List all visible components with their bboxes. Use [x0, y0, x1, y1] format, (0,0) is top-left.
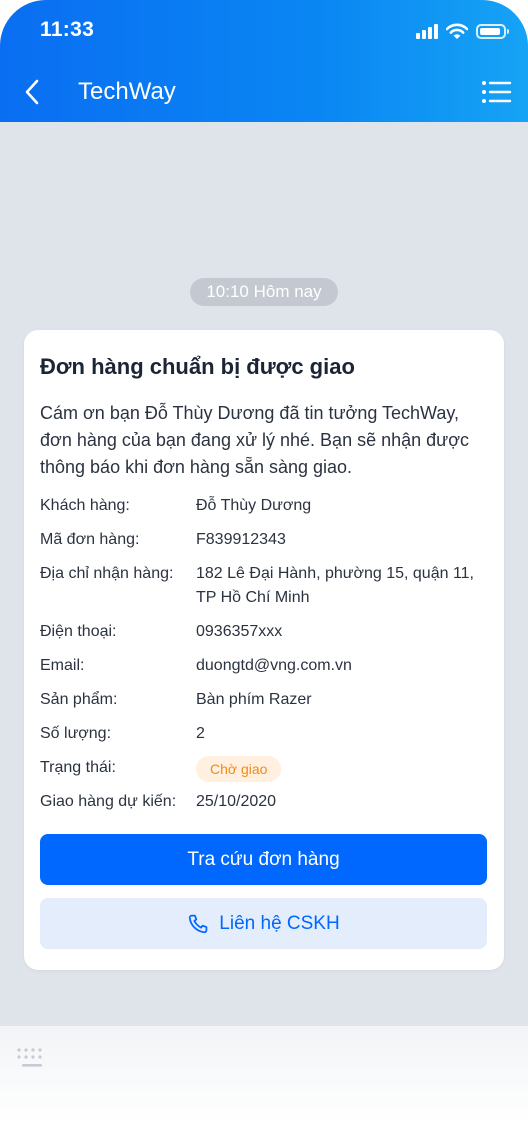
chat-timestamp: 10:10 Hôm nay — [190, 278, 338, 306]
app-header: 11:33 TechWay — [0, 0, 528, 122]
field-label: Số lượng: — [40, 725, 112, 742]
keyboard-icon — [17, 1048, 42, 1067]
field-value: 25/10/2020 — [196, 793, 277, 810]
signal-icon — [416, 23, 438, 39]
field-value: F839912343 — [196, 531, 286, 548]
menu-button[interactable] — [480, 76, 512, 108]
field-value: Bàn phím Razer — [196, 691, 312, 708]
order-card: Đơn hàng chuẩn bị được giao Cám ơn bạn Đ… — [24, 330, 504, 970]
field-label: Email: — [40, 657, 85, 674]
field-value: duongtd@vng.com.vn — [196, 657, 352, 674]
status-time: 11:33 — [40, 18, 95, 41]
card-title: Đơn hàng chuẩn bị được giao — [40, 354, 355, 379]
back-button[interactable] — [18, 74, 46, 110]
track-order-button[interactable]: Tra cứu đơn hàng — [40, 834, 487, 885]
status-badge: Chờ giao — [196, 756, 282, 782]
contact-support-button[interactable]: Liên hệ CSKH — [40, 898, 487, 949]
phone-icon — [189, 914, 208, 933]
field-label: Mã đơn hàng: — [40, 531, 140, 548]
field-value: 2 — [196, 725, 205, 742]
list-menu-icon — [482, 81, 512, 103]
field-label: Trạng thái: — [40, 759, 116, 776]
field-label: Điện thoại: — [40, 623, 117, 640]
field-value: 182 Lê Đại Hành, phường 15, quận 11, TP … — [196, 565, 474, 606]
field-label: Sản phẩm: — [40, 691, 118, 708]
input-bar — [0, 1026, 528, 1124]
chevron-left-icon — [25, 79, 39, 105]
status-icons — [416, 20, 509, 42]
phone-screen: 11:33 TechWay 10:10 Hôm nay Đơn hàng chu… — [0, 0, 528, 1124]
wifi-icon — [446, 23, 468, 39]
contact-support-label: Liên hệ CSKH — [219, 912, 340, 934]
field-label: Giao hàng dự kiến: — [40, 793, 177, 810]
field-label: Địa chỉ nhận hàng: — [40, 565, 174, 582]
field-value: 0936357xxx — [196, 623, 283, 640]
field-value: Chờ giao — [196, 756, 496, 782]
battery-icon — [476, 23, 509, 39]
field-label: Khách hàng: — [40, 497, 130, 514]
card-message: Cám ơn bạn Đỗ Thùy Dương đã tin tưởng Te… — [40, 403, 470, 477]
keyboard-toggle-button[interactable] — [14, 1044, 50, 1074]
page-title: TechWay — [78, 78, 176, 105]
field-value: Đỗ Thùy Dương — [196, 497, 312, 514]
